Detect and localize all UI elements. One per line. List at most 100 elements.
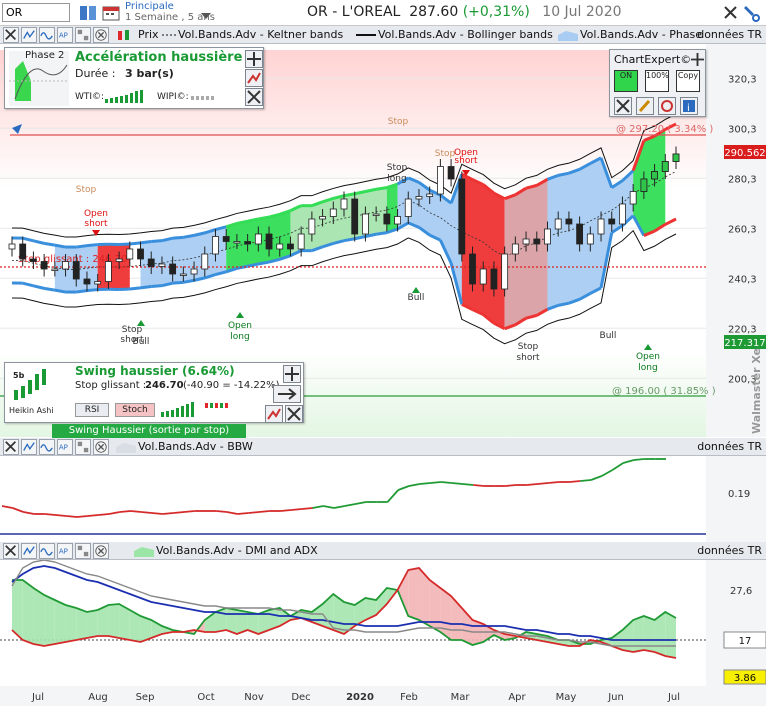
chart-icon[interactable]	[245, 69, 263, 87]
candle-body	[40, 261, 48, 270]
dmi-label[interactable]: Vol.Bands.Adv - DMI and ADX	[156, 544, 318, 557]
bbw-line	[23, 511, 35, 515]
calendar-icon[interactable]	[101, 3, 121, 23]
rsi-button[interactable]: RSI	[75, 403, 109, 417]
candle-body	[469, 253, 476, 285]
tools-icon[interactable]	[3, 27, 19, 43]
candle-body	[94, 281, 102, 285]
band-lower-edge	[258, 260, 270, 266]
candle-body	[233, 241, 241, 244]
band-lower-edge	[43, 286, 56, 292]
data-source-label[interactable]: données TR	[697, 544, 762, 557]
candle-body	[147, 258, 155, 267]
legend-bollinger[interactable]: Vol.Bands.Adv - Bollinger bands	[378, 28, 553, 41]
wave-icon[interactable]	[39, 543, 55, 559]
candle-body	[158, 263, 166, 267]
indicator-icon[interactable]	[21, 543, 37, 559]
indicator-icon[interactable]	[21, 439, 37, 455]
candle-body	[383, 213, 391, 225]
dmi-fill	[65, 605, 77, 642]
candle-body	[244, 241, 252, 245]
bbw-line	[98, 513, 110, 516]
candle-body	[640, 178, 648, 192]
legend-keltner[interactable]: Vol.Bands.Adv - Keltner bands	[178, 28, 343, 41]
wipi-label: WIPI©:	[157, 92, 189, 102]
tools-icon[interactable]	[3, 439, 19, 455]
wave-icon[interactable]	[39, 27, 55, 43]
svg-text:AP: AP	[59, 444, 68, 452]
move-icon[interactable]	[245, 50, 263, 68]
tools-icon[interactable]	[614, 97, 632, 115]
chartexpert-100-button[interactable]: 100%	[645, 70, 669, 92]
ap-icon[interactable]: AP	[57, 439, 73, 455]
arrow-up-icon	[412, 287, 420, 293]
legend-phase[interactable]: Vol.Bands.Adv - Phase	[580, 28, 702, 41]
arrow-right-icon[interactable]	[273, 385, 301, 403]
tools-icon[interactable]	[245, 88, 263, 106]
bbw-line	[55, 514, 67, 517]
bbw-line	[333, 505, 345, 509]
candle-body	[565, 218, 573, 225]
x-tick-label: Nov	[244, 692, 264, 703]
candle-body	[554, 218, 562, 230]
layout-icon[interactable]	[75, 439, 91, 455]
bbw-line	[611, 462, 624, 471]
band-upper-edge	[343, 192, 355, 198]
book-icon[interactable]	[78, 3, 98, 23]
y-tick-label: 240,3	[728, 274, 757, 285]
dmi-chart[interactable]: 27,6 17 3.86 Jul Aug Sep Oct Nov Dec 2020 Feb Mar Ap…	[0, 560, 766, 706]
band-upper-edge	[54, 243, 66, 249]
legend-prix[interactable]: Prix	[138, 28, 159, 41]
bull-marker: Bull	[600, 331, 617, 341]
tools-icon[interactable]	[722, 3, 762, 23]
candle-body	[629, 191, 637, 205]
ap-icon[interactable]: AP	[57, 27, 73, 43]
candle-body	[490, 268, 498, 290]
bbw-pane[interactable]: 0.19	[0, 456, 766, 542]
phase-number: Phase 2	[25, 50, 65, 61]
refresh-icon[interactable]	[658, 97, 676, 115]
chartexpert-copy-button[interactable]: Copy	[676, 70, 700, 92]
tools-icon[interactable]	[3, 543, 19, 559]
chevron-down-icon[interactable]	[201, 13, 211, 19]
data-source-label[interactable]: données TR	[697, 440, 762, 453]
layout-icon[interactable]	[75, 27, 91, 43]
wave-icon[interactable]	[39, 439, 55, 455]
badge-386: 3.86	[734, 673, 756, 684]
dashed-line-icon	[162, 34, 178, 36]
main-indicator-toolbar: AP Prix Vol.Bands.Adv - Keltner bands Vo…	[0, 26, 766, 44]
tools-icon[interactable]	[285, 405, 303, 423]
candle-body	[319, 216, 326, 220]
period-main[interactable]: Principale	[125, 1, 174, 12]
ap-icon[interactable]: AP	[57, 543, 73, 559]
stoch-button[interactable]: Stoch	[115, 403, 155, 417]
indicator-icon[interactable]	[21, 27, 37, 43]
candle-body	[212, 236, 219, 255]
wti-meter	[105, 90, 143, 103]
candle-icon	[118, 30, 129, 40]
svg-text:AP: AP	[59, 32, 68, 40]
layout-icon[interactable]	[75, 543, 91, 559]
move-icon[interactable]	[283, 365, 301, 383]
symbol-input[interactable]	[2, 3, 70, 22]
x-tick-label: Aug	[88, 692, 108, 703]
pen-icon[interactable]	[636, 97, 654, 115]
data-source-label[interactable]: données TR	[697, 28, 762, 41]
y-tick-label: 300,3	[728, 124, 757, 135]
close-icon[interactable]	[93, 27, 109, 43]
bbw-label[interactable]: Vol.Bands.Adv - BBW	[138, 440, 253, 453]
candle-body	[608, 218, 616, 225]
info-icon[interactable]: i	[680, 97, 698, 115]
candle-body	[222, 236, 230, 242]
bbw-chart[interactable]: 0.19	[0, 456, 766, 542]
stop-label: Stop glissant :	[75, 380, 147, 391]
chart-icon[interactable]	[265, 405, 283, 423]
page-title: OR - L'OREAL 287.60 (+0,31%) 10 Jul 2020	[307, 4, 622, 20]
bbw-line	[419, 482, 431, 485]
close-icon[interactable]	[93, 439, 109, 455]
open-short-sub: short	[454, 156, 478, 166]
close-icon[interactable]	[93, 543, 109, 559]
chartexpert-on-button[interactable]: ON	[614, 70, 638, 92]
dmi-pane[interactable]: 27,6 17 3.86 Jul Aug Sep Oct Nov Dec 2020 Feb Mar Ap…	[0, 560, 766, 706]
move-icon[interactable]	[691, 53, 704, 66]
